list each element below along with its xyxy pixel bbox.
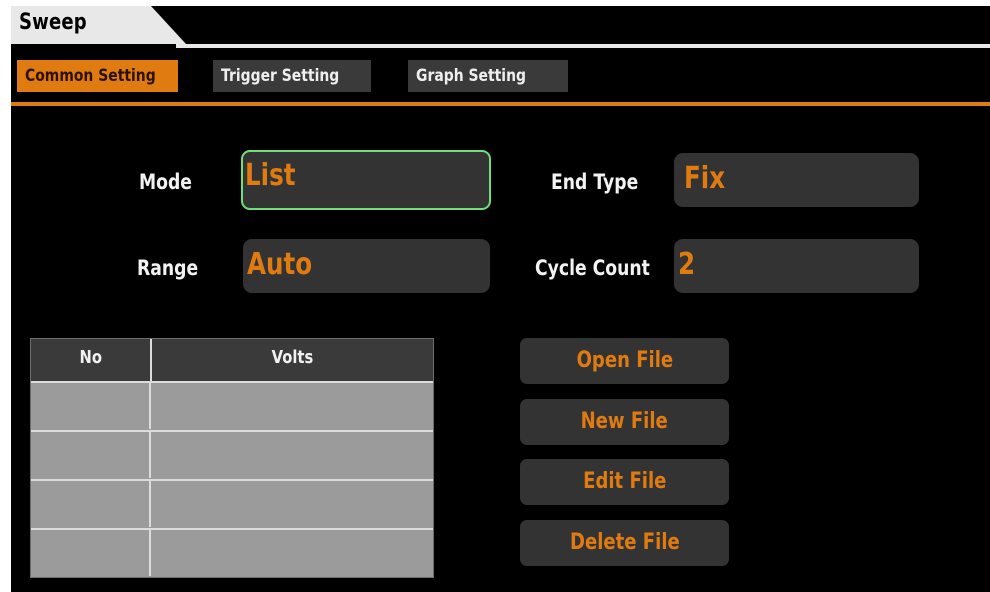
range-label: Range bbox=[137, 256, 199, 280]
table-row[interactable] bbox=[31, 479, 433, 527]
tab-trigger-setting-label: Trigger Setting bbox=[221, 66, 340, 86]
window-title: Sweep bbox=[19, 10, 87, 35]
end-type-label: End Type bbox=[551, 170, 639, 194]
tab-graph-setting-label: Graph Setting bbox=[416, 66, 526, 86]
cycle-count-label: Cycle Count bbox=[535, 256, 650, 280]
tab-graph-setting[interactable]: Graph Setting bbox=[408, 60, 568, 92]
open-file-button[interactable]: Open File bbox=[520, 338, 729, 384]
table-cell-no[interactable] bbox=[31, 530, 151, 576]
sweep-list-table: No Volts bbox=[30, 338, 434, 578]
tab-common-setting-label: Common Setting bbox=[25, 66, 156, 86]
range-value: Auto bbox=[247, 247, 313, 282]
tab-underline bbox=[11, 102, 990, 106]
end-type-value: Fix bbox=[684, 161, 726, 196]
delete-file-button[interactable]: Delete File bbox=[520, 520, 729, 566]
cycle-count-value: 2 bbox=[678, 247, 696, 282]
table-cell-no[interactable] bbox=[31, 432, 151, 478]
table-row[interactable] bbox=[31, 528, 433, 576]
column-header-no: No bbox=[31, 339, 152, 381]
tab-trigger-setting[interactable]: Trigger Setting bbox=[213, 60, 371, 92]
column-header-volts: Volts bbox=[152, 339, 433, 381]
cycle-count-field[interactable]: 2 bbox=[674, 239, 919, 293]
mode-label: Mode bbox=[139, 170, 192, 194]
tab-common-setting[interactable]: Common Setting bbox=[17, 60, 178, 92]
edit-file-button[interactable]: Edit File bbox=[520, 459, 729, 505]
end-type-field[interactable]: Fix bbox=[674, 153, 919, 207]
new-file-button[interactable]: New File bbox=[520, 399, 729, 445]
mode-value: List bbox=[245, 158, 296, 193]
window-title-tab: Sweep bbox=[11, 6, 186, 44]
mode-field[interactable]: List bbox=[241, 150, 491, 210]
table-row[interactable] bbox=[31, 430, 433, 478]
sweep-screen: Sweep Common Setting Trigger Setting Gra… bbox=[11, 6, 990, 592]
table-cell-no[interactable] bbox=[31, 383, 151, 429]
title-divider bbox=[176, 44, 990, 48]
table-cell-no[interactable] bbox=[31, 481, 151, 527]
table-row[interactable] bbox=[31, 381, 433, 429]
range-field[interactable]: Auto bbox=[243, 239, 490, 293]
